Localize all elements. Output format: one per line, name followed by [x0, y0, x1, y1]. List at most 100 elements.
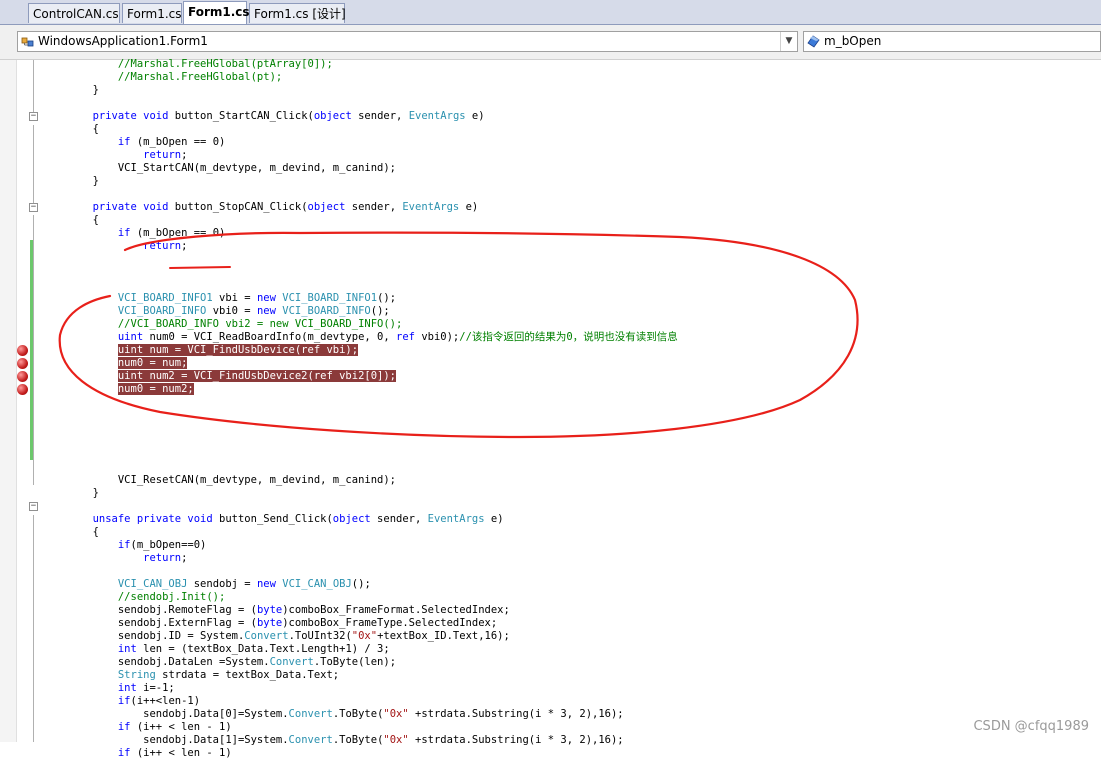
code-token: Convert — [244, 630, 289, 642]
code-line[interactable]: uint num2 = VCI_FindUsbDevice2(ref vbi2[… — [42, 370, 397, 383]
code-line[interactable]: sendobj.ExternFlag = (byte)comboBox_Fram… — [42, 617, 497, 630]
navigation-bar: WindowsApplication1.Form1 ▼ m_bOpen — [0, 25, 1101, 60]
code-line[interactable]: if(i++<len-1) — [42, 695, 200, 708]
code-line[interactable]: } — [42, 84, 99, 97]
tab-form1-designer[interactable]: Form1.cs [设计] — [249, 3, 346, 23]
outline-guide — [33, 515, 34, 742]
code-token: //Marshal.FreeHGlobal(ptArray[0]); — [42, 58, 333, 70]
code-line[interactable]: { — [42, 526, 99, 539]
code-token: ; — [181, 149, 188, 161]
code-line[interactable]: } — [42, 487, 99, 500]
code-line[interactable]: private void button_StopCAN_Click(object… — [42, 201, 479, 214]
tab-form1-cs[interactable]: Form1.cs — [122, 3, 182, 23]
code-line[interactable]: int len = (textBox_Data.Text.Length+1) /… — [42, 643, 390, 656]
code-editor[interactable]: //Marshal.FreeHGlobal(ptArray[0]); //Mar… — [42, 57, 1101, 759]
class-icon — [21, 37, 34, 47]
code-token: private void — [92, 110, 169, 122]
field-icon — [807, 35, 820, 48]
code-token: "0x" — [383, 734, 409, 746]
code-token: { — [42, 526, 99, 538]
code-line[interactable]: return; — [42, 149, 187, 162]
code-line[interactable]: uint num0 = VCI_ReadBoardInfo(m_devtype,… — [42, 331, 678, 344]
code-line[interactable]: private void button_StartCAN_Click(objec… — [42, 110, 485, 123]
code-line[interactable]: return; — [42, 240, 187, 253]
code-line[interactable]: //sendobj.Init(); — [42, 591, 225, 604]
code-line[interactable]: if (m_bOpen == 0) — [42, 227, 225, 240]
code-token: vbi0 = — [206, 305, 257, 317]
code-token: Convert — [269, 656, 314, 668]
code-token: (m_bOpen == 0) — [130, 227, 226, 239]
breakpoint-icon[interactable] — [17, 358, 28, 369]
tab-form1-cs-active[interactable]: Form1.cs — [183, 1, 250, 24]
code-token: sendobj = — [187, 578, 257, 590]
code-token: VCI_BOARD_INFO — [282, 305, 371, 317]
code-token: VCI_StartCAN(m_devtype, m_devind, m_cani… — [42, 162, 397, 174]
code-token: private void — [92, 201, 169, 213]
code-line[interactable]: { — [42, 123, 99, 136]
code-token: num0 = VCI_ReadBoardInfo(m_devtype, 0, — [143, 331, 397, 343]
code-token: return — [143, 552, 182, 564]
code-token: num0 = num; — [117, 357, 188, 369]
code-token: sendobj.Data[1]=System. — [42, 734, 289, 746]
code-token: e) — [465, 110, 485, 122]
code-token: if — [117, 227, 131, 239]
code-line[interactable]: return; — [42, 552, 187, 565]
code-line[interactable]: sendobj.Data[1]=System.Convert.ToByte("0… — [42, 734, 624, 747]
code-token: VCI_CAN_OBJ — [117, 578, 188, 590]
breakpoint-icon[interactable] — [17, 384, 28, 395]
code-line[interactable]: String strdata = textBox_Data.Text; — [42, 669, 339, 682]
code-line[interactable]: sendobj.RemoteFlag = (byte)comboBox_Fram… — [42, 604, 510, 617]
code-token: )comboBox_FrameFormat.SelectedIndex; — [282, 604, 510, 616]
code-token: len = (textBox_Data.Text.Length+1) / 3; — [136, 643, 390, 655]
tab-label: ControlCAN.cs — [33, 7, 119, 21]
code-line[interactable]: VCI_BOARD_INFO1 vbi = new VCI_BOARD_INFO… — [42, 292, 396, 305]
code-line[interactable]: unsafe private void button_Send_Click(ob… — [42, 513, 504, 526]
tab-controlcan-cs[interactable]: ControlCAN.cs — [28, 3, 120, 23]
collapse-icon[interactable]: − — [29, 203, 38, 212]
collapse-icon[interactable]: − — [29, 502, 38, 511]
code-line[interactable]: } — [42, 175, 99, 188]
member-dropdown[interactable]: m_bOpen — [803, 31, 1101, 52]
class-dropdown[interactable]: WindowsApplication1.Form1 ▼ — [17, 31, 798, 52]
code-token: byte — [256, 604, 283, 616]
code-line[interactable]: sendobj.Data[0]=System.Convert.ToByte("0… — [42, 708, 623, 721]
code-line[interactable]: if (m_bOpen == 0) — [42, 136, 225, 149]
code-line[interactable]: if(m_bOpen==0) — [42, 539, 207, 552]
code-line[interactable]: num0 = num; — [42, 357, 188, 370]
indicator-margin[interactable] — [0, 60, 17, 742]
code-line[interactable]: sendobj.ID = System.Convert.ToUInt32("0x… — [42, 630, 510, 643]
code-line[interactable]: VCI_StartCAN(m_devtype, m_devind, m_cani… — [42, 162, 396, 175]
chevron-down-icon[interactable]: ▼ — [780, 32, 797, 51]
code-token: VCI_ResetCAN(m_devtype, m_devind, m_cani… — [42, 474, 397, 486]
code-line[interactable]: num0 = num2; — [42, 383, 194, 396]
code-token: button_StopCAN_Click( — [168, 201, 308, 213]
breakpoint-icon[interactable] — [17, 371, 28, 382]
code-token: //Marshal.FreeHGlobal(pt); — [42, 71, 283, 83]
code-line[interactable]: int i=-1; — [42, 682, 175, 695]
code-line[interactable]: //Marshal.FreeHGlobal(pt); — [42, 71, 282, 84]
code-line[interactable]: VCI_CAN_OBJ sendobj = new VCI_CAN_OBJ(); — [42, 578, 371, 591]
code-token: sendobj.ExternFlag = ( — [42, 617, 257, 629]
collapse-icon[interactable]: − — [29, 112, 38, 121]
code-token: +strdata.Substring(i * 3, 2),16); — [408, 734, 624, 746]
code-line[interactable]: //Marshal.FreeHGlobal(ptArray[0]); — [42, 58, 333, 71]
code-line[interactable]: sendobj.DataLen =System.Convert.ToByte(l… — [42, 656, 396, 669]
code-line[interactable]: VCI_ResetCAN(m_devtype, m_devind, m_cani… — [42, 474, 396, 487]
code-token: int — [117, 682, 137, 694]
code-token: uint — [117, 331, 144, 343]
code-line[interactable]: //VCI_BOARD_INFO vbi2 = new VCI_BOARD_IN… — [42, 318, 402, 331]
code-line[interactable]: VCI_BOARD_INFO vbi0 = new VCI_BOARD_INFO… — [42, 305, 390, 318]
breakpoint-icon[interactable] — [17, 345, 28, 356]
code-line[interactable]: if (i++ < len - 1) — [42, 747, 232, 760]
code-line[interactable]: uint num = VCI_FindUsbDevice(ref vbi); — [42, 344, 359, 357]
code-token: object — [332, 513, 371, 525]
code-token: String — [117, 669, 156, 681]
code-line[interactable]: { — [42, 214, 99, 227]
code-line[interactable]: if (i++ < len - 1) — [42, 721, 232, 734]
